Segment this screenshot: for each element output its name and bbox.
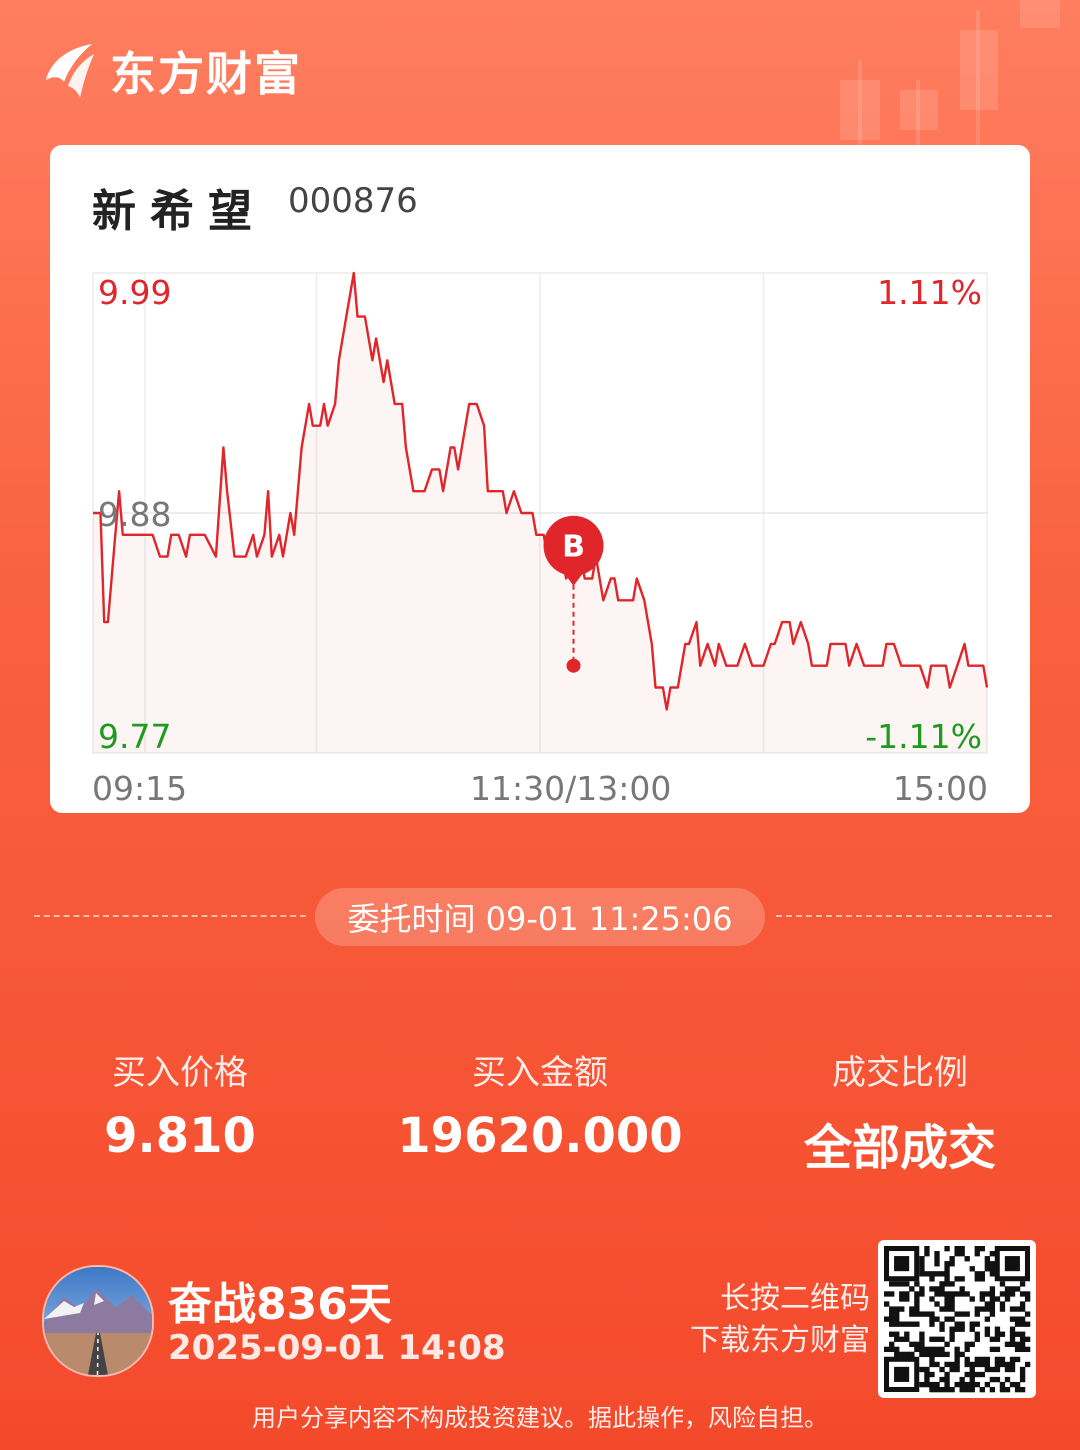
- qr-hint-line1: 长按二维码: [720, 1281, 870, 1316]
- stat-label: 成交比例: [832, 1053, 968, 1093]
- brand-name: 东方财富: [110, 47, 302, 101]
- disclaimer-text: 用户分享内容不构成投资建议。据此操作，风险自担。: [252, 1404, 828, 1432]
- qr-hint-line2: 下载东方财富: [690, 1323, 870, 1358]
- share-datetime: 2025-09-01 14:08: [168, 1328, 506, 1368]
- stat-buy-price: 买入价格 9.810: [0, 1045, 360, 1164]
- dashed-line-left: [34, 915, 306, 917]
- qr-finder-pattern: [1004, 1256, 1020, 1272]
- x-tick-open: 09:15: [92, 769, 188, 808]
- buy-marker-label: B: [562, 530, 585, 565]
- order-time-pill: 委托时间 09-01 11:25:06: [315, 888, 765, 946]
- brand-header: 东方财富: [40, 38, 302, 104]
- qr-code-icon: [884, 1246, 1031, 1393]
- qr-finder-pattern: [894, 1256, 910, 1272]
- eastmoney-logo-icon: [46, 44, 94, 98]
- stat-label: 买入价格: [112, 1053, 248, 1093]
- stat-value: 9.810: [104, 1108, 256, 1164]
- stat-value: 全部成交: [803, 1120, 996, 1176]
- order-time-divider: 委托时间 09-01 11:25:06: [0, 888, 1080, 946]
- buy-marker-dot: [566, 658, 581, 673]
- user-avatar[interactable]: [42, 1265, 154, 1377]
- pct-label-low: -1.11%: [865, 717, 982, 756]
- stat-fill-ratio: 成交比例 全部成交: [720, 1045, 1080, 1178]
- streak-title: 奋战836天: [168, 1279, 392, 1330]
- stat-label: 买入金额: [472, 1053, 608, 1093]
- qr-finder-pattern: [894, 1366, 910, 1382]
- decorative-candlestick-icon: [840, 0, 1060, 150]
- y-label-mid: 9.88: [98, 495, 172, 534]
- dashed-line-right: [776, 915, 1052, 917]
- stock-chart-card: 新希望 000876 B 9.99 9.88 9.77 1.11% -1.11%…: [50, 145, 1030, 813]
- y-label-high: 9.99: [98, 273, 172, 312]
- x-tick-midday: 11:30/13:00: [470, 769, 672, 808]
- stat-buy-amount: 买入金额 19620.000: [360, 1045, 720, 1164]
- download-qr-code[interactable]: [878, 1240, 1036, 1398]
- y-label-low: 9.77: [98, 717, 172, 756]
- qr-hint: 长按二维码 下载东方财富: [640, 1278, 870, 1362]
- x-tick-close: 15:00: [892, 769, 988, 808]
- landscape-road-avatar: [44, 1267, 152, 1375]
- intraday-price-chart: B: [92, 271, 989, 754]
- pct-label-high: 1.11%: [877, 273, 982, 312]
- stat-value: 19620.000: [397, 1108, 683, 1164]
